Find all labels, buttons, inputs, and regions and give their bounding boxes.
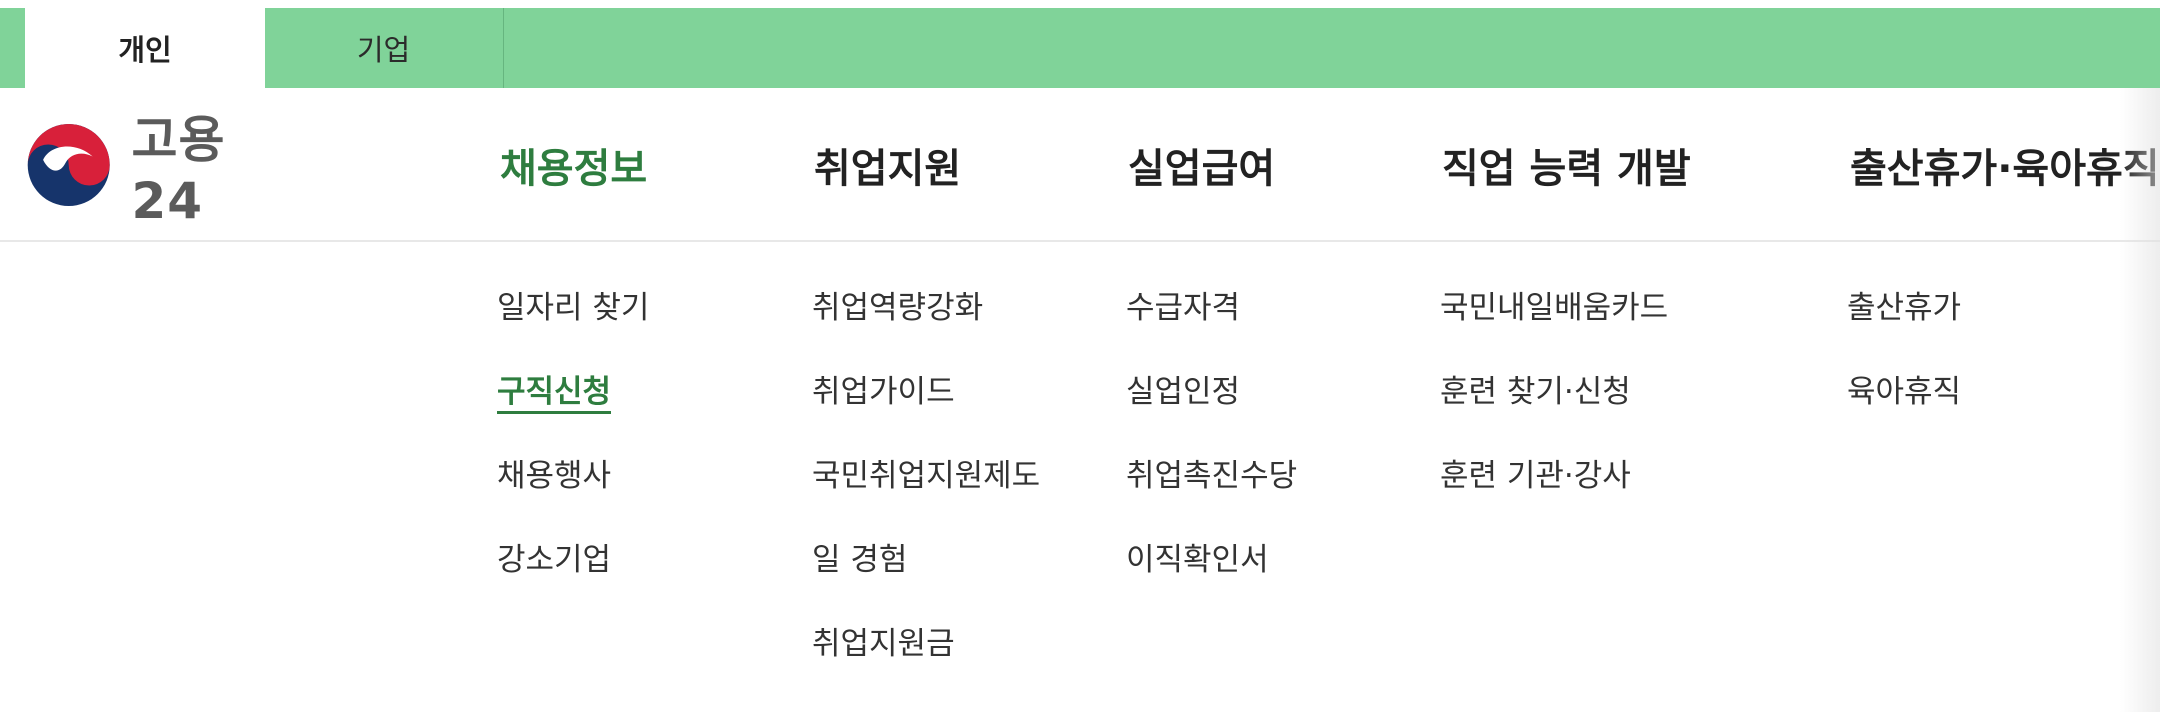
logo-text: 고용24 bbox=[131, 111, 226, 230]
submenu-item[interactable]: 실업인정 bbox=[1126, 372, 1297, 456]
korea-government-emblem-icon bbox=[27, 123, 110, 207]
submenu-item[interactable]: 수급자격 bbox=[1126, 288, 1297, 372]
submenu-item-active[interactable]: 구직신청 bbox=[497, 372, 649, 456]
submenu-job-skills-development: 국민내일배움카드 훈련 찾기·신청 훈련 기관·강사 bbox=[1440, 288, 1668, 540]
submenu-item[interactable]: 취업촉진수당 bbox=[1126, 456, 1297, 540]
submenu-item[interactable]: 출산휴가 bbox=[1847, 288, 1961, 372]
mega-menu: 일자리 찾기 구직신청 채용행사 강소기업 취업역량강화 취업가이드 국민취업지… bbox=[0, 242, 2160, 712]
submenu-item[interactable]: 이직확인서 bbox=[1126, 540, 1297, 624]
tab-business[interactable]: 기업 bbox=[264, 8, 504, 88]
site-logo[interactable]: 고용24 bbox=[26, 111, 296, 230]
submenu-item[interactable]: 육아휴직 bbox=[1847, 372, 1961, 456]
submenu-maternity-parental-leave: 출산휴가 육아휴직 bbox=[1847, 288, 1961, 456]
gnb-maternity-parental-leave[interactable]: 출산휴가·육아휴직 bbox=[1850, 136, 2160, 194]
submenu-item[interactable]: 훈련 기관·강사 bbox=[1440, 456, 1668, 540]
submenu-item[interactable]: 일 경험 bbox=[812, 540, 1040, 624]
audience-tab-bar: 개인 기업 bbox=[0, 8, 2160, 88]
submenu-item[interactable]: 국민취업지원제도 bbox=[812, 456, 1040, 540]
gnb-job-skills-development[interactable]: 직업 능력 개발 bbox=[1442, 136, 1691, 194]
submenu-item[interactable]: 채용행사 bbox=[497, 456, 649, 540]
submenu-item[interactable]: 취업역량강화 bbox=[812, 288, 1040, 372]
submenu-unemployment-benefit: 수급자격 실업인정 취업촉진수당 이직확인서 bbox=[1126, 288, 1297, 624]
site-header: 고용24 채용정보 취업지원 실업급여 직업 능력 개발 출산휴가·육아휴직 bbox=[0, 88, 2160, 240]
submenu-item[interactable]: 취업가이드 bbox=[812, 372, 1040, 456]
submenu-item[interactable]: 강소기업 bbox=[497, 540, 649, 624]
gnb-unemployment-benefit[interactable]: 실업급여 bbox=[1128, 136, 1275, 194]
submenu-employment-support: 취업역량강화 취업가이드 국민취업지원제도 일 경험 취업지원금 bbox=[812, 288, 1040, 708]
tab-personal[interactable]: 개인 bbox=[25, 8, 265, 88]
submenu-recruitment-info: 일자리 찾기 구직신청 채용행사 강소기업 bbox=[497, 288, 649, 624]
gnb-recruitment-info[interactable]: 채용정보 bbox=[500, 136, 647, 194]
submenu-item[interactable]: 국민내일배움카드 bbox=[1440, 288, 1668, 372]
submenu-item[interactable]: 일자리 찾기 bbox=[497, 288, 649, 372]
gnb-employment-support[interactable]: 취업지원 bbox=[814, 136, 961, 194]
edge-shadow bbox=[2120, 88, 2160, 712]
submenu-item[interactable]: 훈련 찾기·신청 bbox=[1440, 372, 1668, 456]
submenu-item[interactable]: 취업지원금 bbox=[812, 624, 1040, 708]
